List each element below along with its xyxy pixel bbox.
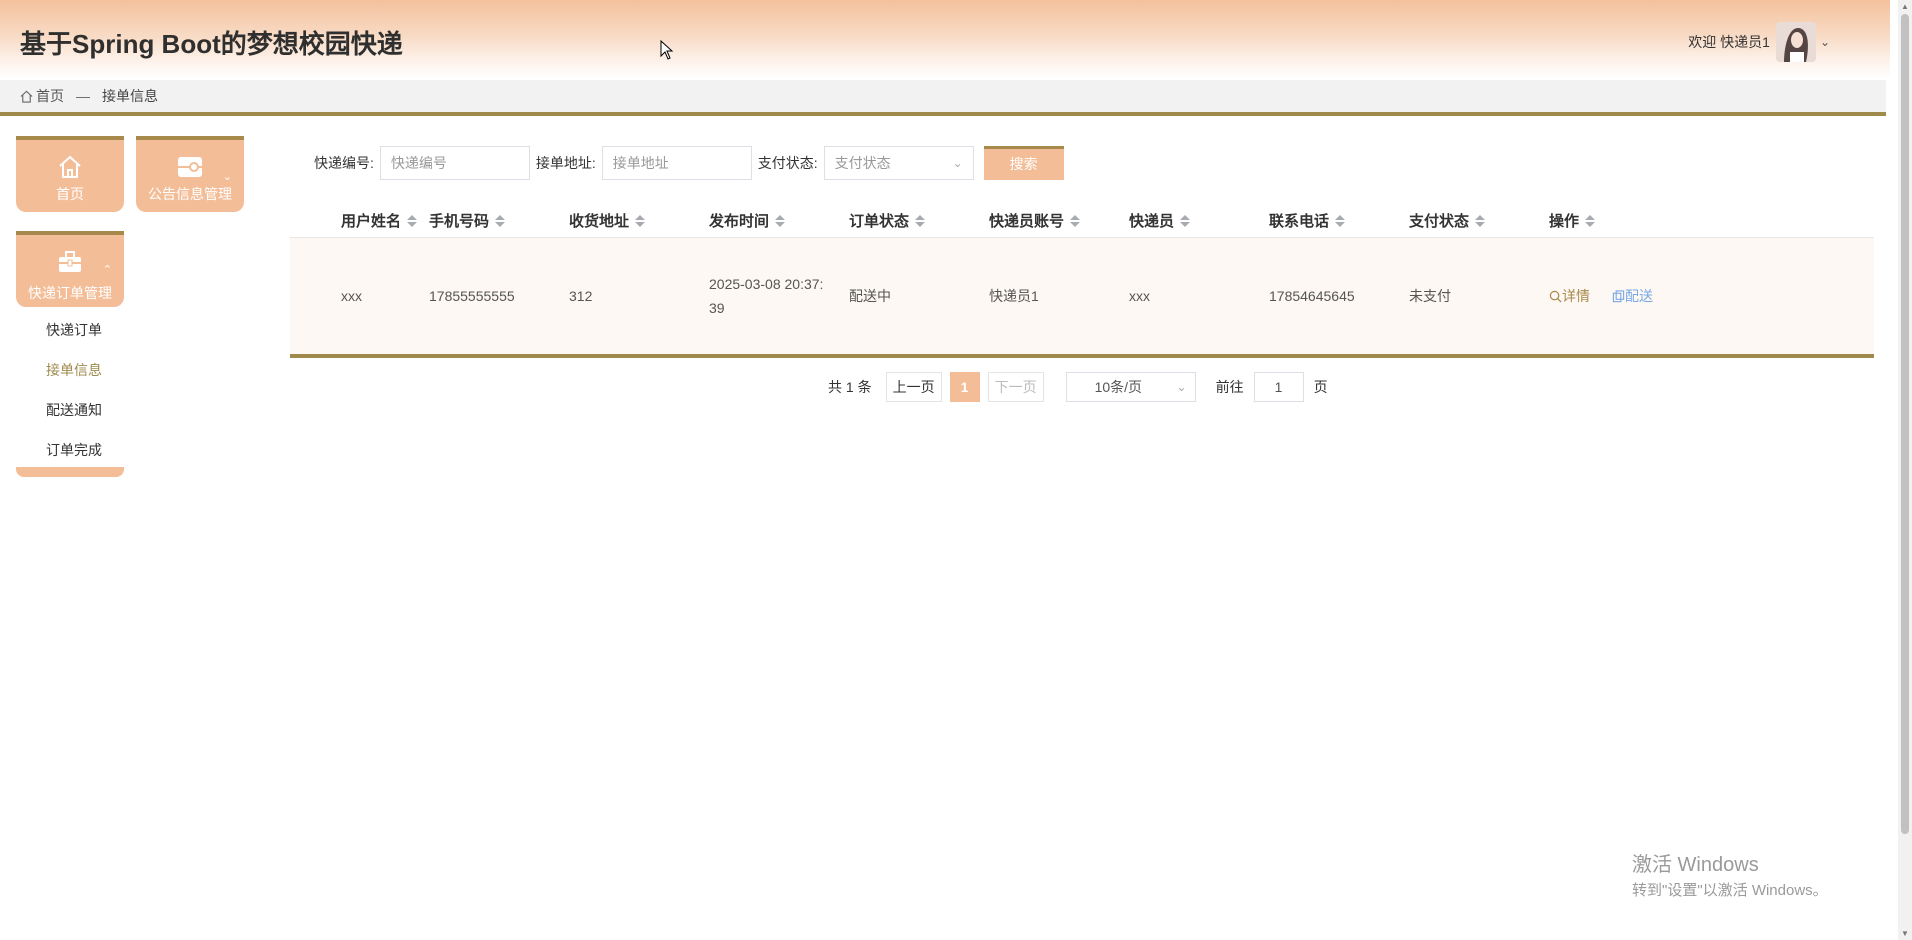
cell-order-status: 配送中 [849,288,891,304]
sidebar-subitem-delivery-notice[interactable]: 配送通知 [16,390,124,430]
cell-courier-account: 快递员1 [989,288,1039,304]
breadcrumb-home-label: 首页 [36,88,64,104]
scroll-down-icon[interactable]: ▼ [1901,929,1909,938]
windows-activation-watermark: 激活 Windows 转到"设置"以激活 Windows。 [1632,848,1828,900]
cell-address: 312 [569,288,593,304]
column-header[interactable]: 订单状态 [849,210,989,231]
breadcrumb-current: 接单信息 [102,88,158,104]
express-no-input[interactable]: 快递编号 [379,146,530,180]
column-header[interactable]: 操作 [1549,210,1749,231]
cell-contact-phone: 17854645645 [1269,288,1355,304]
breadcrumb: 首页 — 接单信息 [0,80,1886,116]
pay-status-placeholder: 支付状态 [834,155,891,171]
page-number-current[interactable]: 1 [949,372,980,402]
address-input[interactable]: 接单地址 [601,146,752,180]
watermark-subtitle: 转到"设置"以激活 Windows。 [1632,882,1828,899]
order-table: 用户姓名 手机号码 收货地址 发布时间 订单状态 快递员账号 快递员 联系电话 … [290,204,1874,358]
search-bar: 快递编号: 快递编号 接单地址: 接单地址 支付状态: 支付状态 ⌄ 搜索 [314,146,1064,180]
sort-icon[interactable] [407,214,418,227]
notice-icon [178,157,202,177]
address-label: 接单地址: [535,155,596,171]
top-header: 基于Spring Boot的梦想校园快递 欢迎 快递员1 ⌄ [0,0,1890,78]
sidebar-submenu: 快递订单 接单信息 配送通知 订单完成 [16,310,124,470]
column-header[interactable]: 支付状态 [1409,210,1549,231]
column-header[interactable]: 收货地址 [569,210,709,231]
watermark-title: 激活 Windows [1632,854,1759,876]
sidebar-subitem-express-order[interactable]: 快递订单 [16,310,124,350]
sidebar-item-label: 首页 [56,186,84,202]
chevron-down-icon: ⌄ [1176,380,1187,394]
cell-actions: 详情 配送 [1549,284,1749,308]
sort-icon[interactable] [1585,214,1596,227]
chevron-down-icon[interactable]: ⌄ [1820,35,1830,49]
scrollbar-thumb[interactable] [1901,14,1909,834]
next-page-button[interactable]: 下一页 [987,372,1044,402]
search-button[interactable]: 搜索 [983,146,1064,180]
sort-icon[interactable] [1475,214,1486,227]
deliver-label: 配送 [1625,288,1653,304]
column-header[interactable]: 联系电话 [1269,210,1409,231]
cell-user-name: xxx [341,288,362,304]
home-icon [59,155,81,178]
submenu-footer [16,467,124,477]
welcome-text: 欢迎 快递员1 [1688,34,1770,50]
prev-page-button[interactable]: 上一页 [885,372,942,402]
page-unit-label: 页 [1313,379,1328,395]
table-row: xxx 17855555555 312 2025-03-08 20:37: 39… [290,238,1874,358]
column-header[interactable]: 快递员 [1129,210,1269,231]
column-header[interactable]: 手机号码 [429,210,569,231]
cell-publish-time: 2025-03-08 20:37: 39 [709,272,849,320]
mouse-cursor-icon [660,40,674,60]
cell-pay-status: 未支付 [1409,288,1451,304]
pay-status-select[interactable]: 支付状态 ⌄ [823,146,974,180]
sidebar-subitem-order-complete[interactable]: 订单完成 [16,430,124,470]
detail-label: 详情 [1562,288,1590,304]
column-header[interactable]: 快递员账号 [989,210,1129,231]
sidebar-item-order-management[interactable]: 快递订单管理 ⌃ [16,231,124,307]
chevron-down-icon: ⌄ [952,156,963,170]
table-header: 用户姓名 手机号码 收货地址 发布时间 订单状态 快递员账号 快递员 联系电话 … [290,204,1874,238]
home-icon [20,90,33,103]
user-menu[interactable]: 欢迎 快递员1 ⌄ [1688,22,1830,62]
site-title: 基于Spring Boot的梦想校园快递 [20,29,403,59]
copy-icon [1612,289,1625,302]
sidebar-item-label: 快递订单管理 [28,285,112,301]
scroll-up-icon[interactable]: ▲ [1901,2,1909,11]
sort-icon[interactable] [1180,214,1191,227]
sidebar-item-label: 公告信息管理 [148,186,232,202]
sidebar-item-notice[interactable]: 公告信息管理 ⌄ [136,136,244,212]
search-icon [1549,290,1562,302]
sort-icon[interactable] [915,214,926,227]
breadcrumb-separator: — [76,88,90,104]
column-header[interactable]: 用户姓名 [290,210,429,231]
sort-icon[interactable] [1335,214,1346,227]
chevron-up-icon: ⌃ [102,264,112,276]
goto-label: 前往 [1215,379,1244,395]
total-count: 共 1 条 [828,379,872,395]
pay-status-label: 支付状态: [757,155,818,171]
avatar[interactable] [1775,22,1816,62]
chevron-down-icon: ⌄ [222,171,232,183]
pagination: 共 1 条 上一页 1 下一页 10条/页 ⌄ 前往 1 页 [828,372,1328,402]
deliver-button[interactable]: 配送 [1612,284,1653,308]
column-header[interactable]: 发布时间 [709,210,849,231]
breadcrumb-home[interactable]: 首页 [20,86,64,106]
vertical-scrollbar[interactable]: ▲ ▼ [1898,0,1912,940]
sort-icon[interactable] [495,214,506,227]
express-no-label: 快递编号: [314,155,374,171]
detail-button[interactable]: 详情 [1549,284,1590,308]
publish-time-line1: 2025-03-08 20:37: [709,276,824,292]
briefcase-icon [59,251,81,272]
sort-icon[interactable] [775,214,786,227]
publish-time-line2: 39 [709,300,725,316]
cell-phone: 17855555555 [429,288,515,304]
page-size-value: 10条/页 [1094,379,1143,395]
sidebar-subitem-accept-info[interactable]: 接单信息 [16,350,124,390]
cell-courier: xxx [1129,288,1150,304]
page-jump-input[interactable]: 1 [1253,372,1304,402]
page-size-select[interactable]: 10条/页 ⌄ [1065,372,1196,402]
sort-icon[interactable] [635,214,646,227]
sidebar-item-home[interactable]: 首页 [16,136,124,212]
sort-icon[interactable] [1070,214,1081,227]
